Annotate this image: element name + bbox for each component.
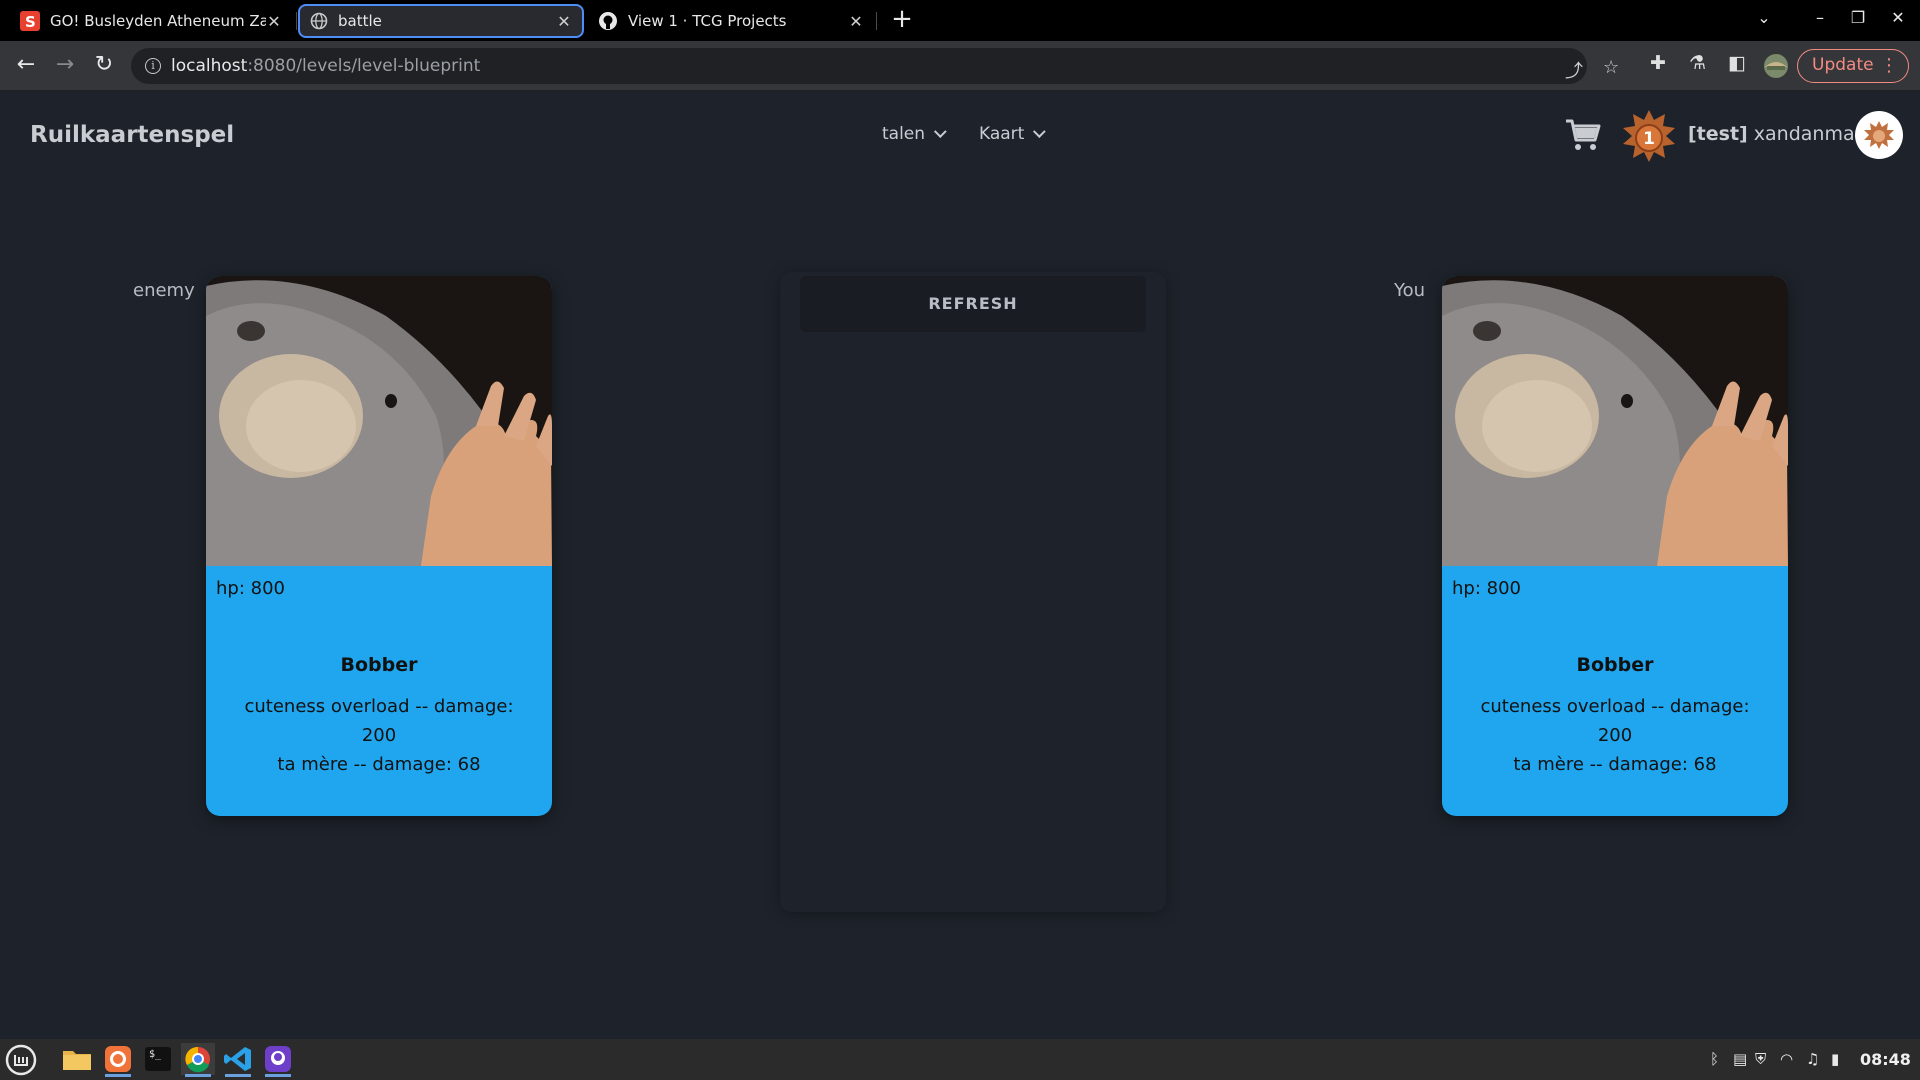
card-attack-line: ta mère -- damage: 68 (1513, 754, 1717, 775)
tab-smartschool[interactable]: S GO! Busleyden Atheneum Za ✕ (10, 4, 292, 38)
bluetooth-icon[interactable]: ᛒ (1710, 1050, 1719, 1068)
tab-separator (296, 12, 297, 30)
terminal-icon: $_ (145, 1047, 171, 1071)
avatar-hedgehog-icon (1864, 121, 1894, 149)
vscode-icon (224, 1047, 251, 1071)
close-icon[interactable]: ✕ (266, 12, 282, 31)
music-icon[interactable]: ♫ (1806, 1050, 1819, 1068)
reload-icon[interactable]: ↻ (90, 52, 118, 80)
labs-flask-icon[interactable]: ⚗ (1689, 52, 1706, 74)
more-vert-icon[interactable]: ⋮ (1880, 50, 1898, 81)
browser-toolbar: ← → ↻ i localhost:8080/levels/level-blue… (0, 41, 1920, 91)
restore-icon[interactable]: ❐ (1846, 8, 1870, 27)
tab-title: GO! Busleyden Atheneum Za (50, 12, 266, 30)
minimize-icon[interactable]: – (1808, 8, 1832, 27)
card-artwork-rodent (1442, 276, 1788, 566)
running-indicator (105, 1074, 131, 1077)
bookmark-star-icon[interactable]: ☆ (1603, 57, 1619, 78)
app-header: Ruilkaartenspel talen Kaart 1 [test] xan… (0, 92, 1920, 182)
forward-icon[interactable]: → (51, 52, 79, 80)
card-attack-line: ta mère -- damage: 68 (277, 754, 481, 775)
side-panel-icon[interactable]: ◧ (1728, 52, 1746, 74)
brand-title[interactable]: Ruilkaartenspel (30, 122, 234, 148)
taskbar-firefox[interactable] (101, 1043, 135, 1077)
browser-tab-bar: S GO! Busleyden Atheneum Za ✕ battle ✕ V… (0, 0, 1920, 41)
user-tag: [test] (1688, 123, 1748, 145)
svg-text:$_: $_ (149, 1049, 162, 1060)
taskbar-terminal[interactable]: $_ (141, 1043, 175, 1075)
battle-center-panel (780, 272, 1166, 912)
menu-kaart[interactable]: Kaart (979, 124, 1047, 144)
user-name: xandanman (1753, 123, 1867, 145)
rank-number: 1 (1643, 129, 1655, 149)
card-name: Bobber (340, 654, 418, 676)
player-label: You (1394, 280, 1426, 301)
github-desktop-icon (265, 1046, 291, 1072)
globe-icon (310, 12, 328, 30)
running-indicator (185, 1074, 211, 1077)
username[interactable]: [test] xandanman (1688, 123, 1867, 145)
svg-text:S: S (25, 13, 36, 31)
tab-battle[interactable]: battle ✕ (298, 4, 584, 38)
tab-title: battle (338, 12, 382, 30)
cart-icon[interactable] (1565, 118, 1601, 152)
card-attack-line: cuteness overload -- damage: (1480, 696, 1750, 717)
update-button[interactable]: Update ⋮ (1797, 49, 1909, 83)
url-path: :8080/levels/level-blueprint (247, 56, 481, 76)
chevron-down-icon (1033, 125, 1047, 139)
card-artwork-rodent (206, 276, 552, 566)
firefox-icon (105, 1046, 131, 1072)
chrome-icon (185, 1046, 210, 1073)
close-window-icon[interactable]: ✕ (1886, 8, 1910, 27)
profile-avatar-icon[interactable] (1763, 53, 1789, 79)
taskbar-files[interactable] (60, 1043, 94, 1075)
update-label: Update (1812, 55, 1874, 75)
refresh-button[interactable]: REFRESH (800, 276, 1146, 332)
share-icon[interactable]: ⤴ (1565, 57, 1583, 83)
address-bar[interactable]: i localhost:8080/levels/level-blueprint … (131, 48, 1619, 84)
taskbar-chrome[interactable] (181, 1043, 215, 1077)
tab-separator (876, 12, 877, 30)
tab-title: View 1 · TCG Projects (628, 12, 787, 30)
menu-talen[interactable]: talen (882, 124, 947, 144)
card-hp: hp: 800 (216, 578, 285, 599)
card-attack-line: cuteness overload -- damage: (244, 696, 514, 717)
enemy-card[interactable]: hp: 800 Bobber cuteness overload -- dama… (206, 276, 552, 816)
card-name: Bobber (1576, 654, 1654, 676)
card-attack-line: 200 (1597, 725, 1633, 746)
url-host: localhost (171, 56, 248, 76)
taskbar-vscode[interactable] (221, 1043, 255, 1077)
card-attack-line: 200 (361, 725, 397, 746)
chevron-down-icon (934, 125, 947, 139)
tab-github[interactable]: View 1 · TCG Projects ✕ (588, 4, 874, 38)
running-indicator (265, 1074, 291, 1077)
github-icon (599, 12, 617, 30)
smartschool-icon: S (20, 11, 40, 31)
tab-search-chevron-icon[interactable]: ⌄ (1752, 8, 1776, 27)
url-text[interactable]: localhost:8080/levels/level-blueprint (171, 56, 480, 76)
site-info-icon[interactable]: i (145, 58, 161, 74)
menu-label: Kaart (979, 124, 1025, 144)
rank-badge-icon[interactable]: 1 (1621, 108, 1677, 164)
close-icon[interactable]: ✕ (848, 12, 864, 31)
running-indicator (225, 1074, 251, 1077)
mint-menu-icon[interactable] (5, 1044, 37, 1076)
avatar[interactable] (1855, 111, 1903, 159)
back-icon[interactable]: ← (12, 52, 40, 80)
extensions-icon[interactable]: ✚ (1650, 52, 1666, 74)
os-taskbar: $_ ᛒ ▤ ⛨ ◠ ♫ ▮ 08:48 (0, 1039, 1920, 1080)
clock[interactable]: 08:48 (1860, 1050, 1911, 1069)
player-card[interactable]: hp: 800 Bobber cuteness overload -- dama… (1442, 276, 1788, 816)
new-tab-button[interactable]: + (888, 6, 916, 34)
card-hp: hp: 800 (1452, 578, 1521, 599)
taskbar-github-desktop[interactable] (261, 1043, 295, 1077)
menu-label: talen (882, 124, 926, 144)
clipboard-icon[interactable]: ▤ (1733, 1050, 1747, 1068)
files-icon (63, 1051, 91, 1070)
close-icon[interactable]: ✕ (556, 12, 572, 31)
shield-icon[interactable]: ⛨ (1755, 1050, 1766, 1068)
battery-icon[interactable]: ▮ (1831, 1050, 1839, 1068)
wifi-icon[interactable]: ◠ (1780, 1050, 1793, 1068)
enemy-label: enemy (133, 280, 195, 301)
